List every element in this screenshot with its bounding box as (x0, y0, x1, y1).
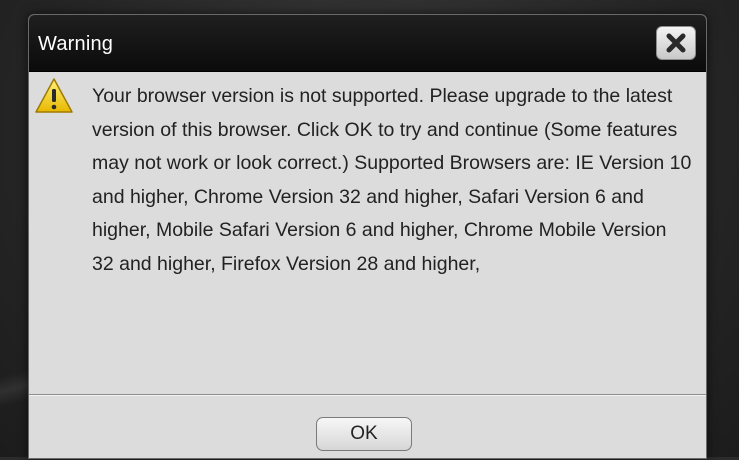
dialog-footer: OK (29, 395, 706, 456)
warning-dialog: Warning Your browser version is not supp… (28, 14, 707, 459)
dialog-title: Warning (38, 33, 114, 55)
warning-triangle-icon (35, 78, 73, 113)
ok-button[interactable]: OK (316, 417, 412, 451)
warning-message: Your browser version is not supported. P… (92, 85, 692, 275)
dialog-body: Your browser version is not supported. P… (29, 72, 706, 395)
dialog-titlebar: Warning (29, 15, 706, 72)
close-icon (666, 33, 686, 53)
close-button[interactable] (656, 26, 696, 60)
